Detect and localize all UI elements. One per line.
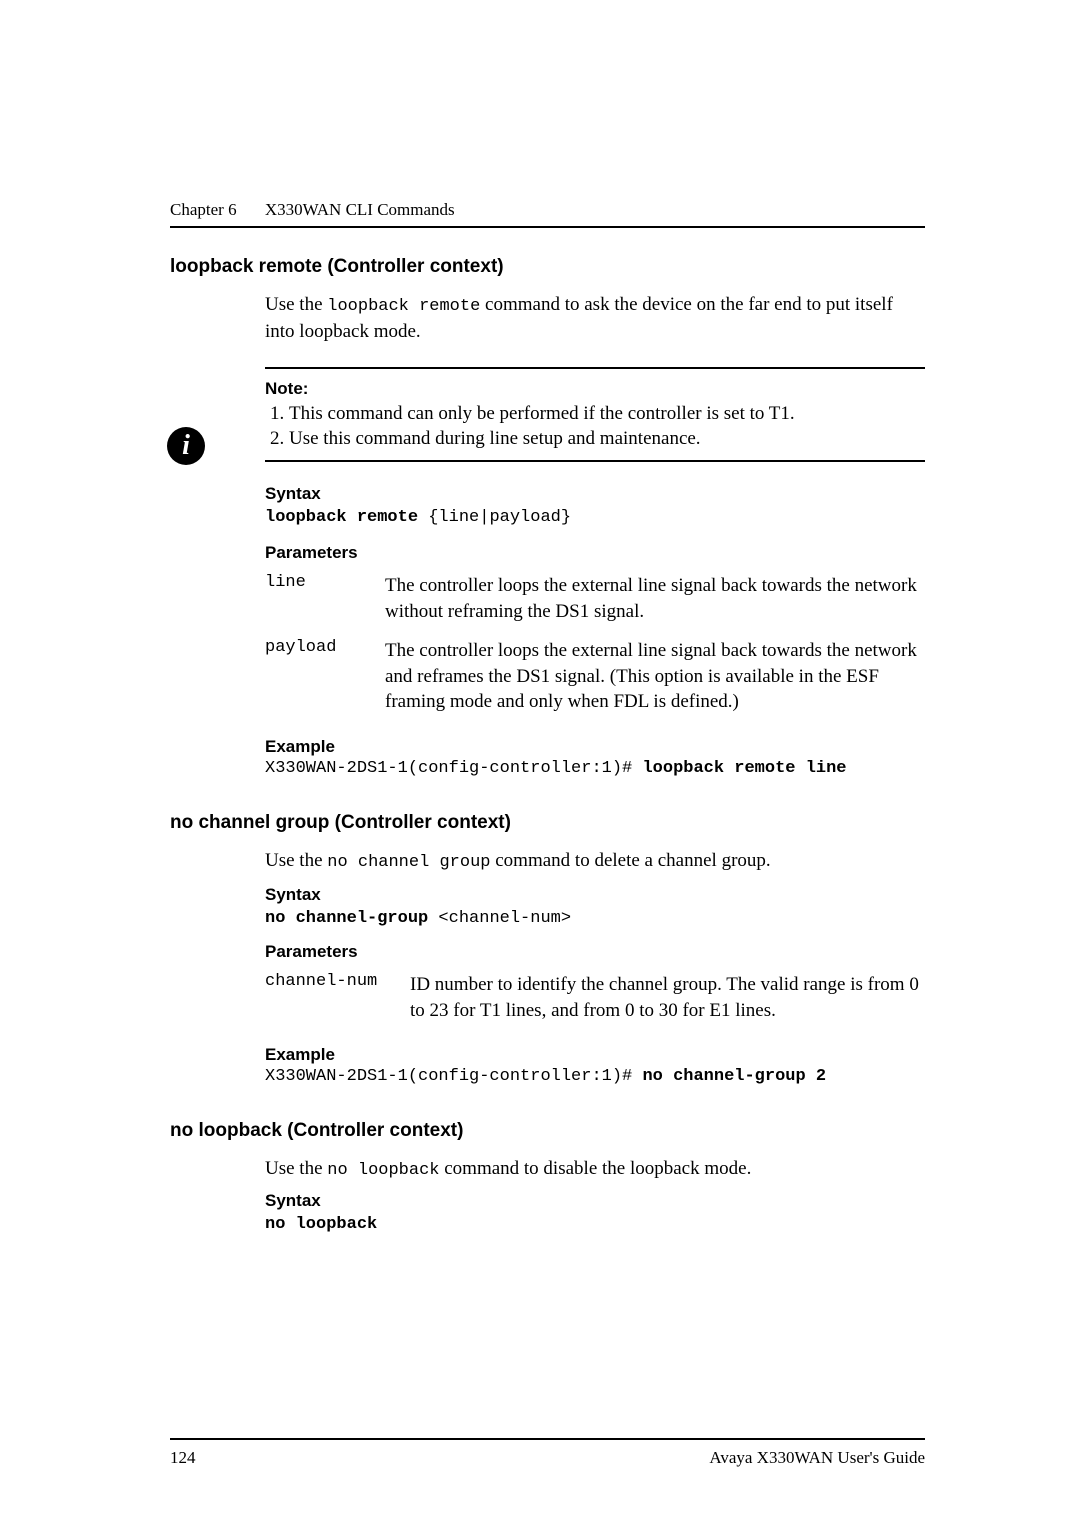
intro-suffix: command to delete a channel group.: [491, 850, 771, 871]
note-item-2: Use this command during line setup and m…: [289, 426, 925, 452]
param-key: channel-num: [265, 972, 410, 1023]
intro-text: Use the no channel group command to dele…: [265, 848, 925, 875]
note-divider-bottom: [265, 460, 925, 462]
document-title: Avaya X330WAN User's Guide: [709, 1448, 925, 1468]
syntax-heading: Syntax: [265, 484, 925, 504]
syntax-bold: no channel-group: [265, 909, 428, 928]
param-desc: ID number to identify the channel group.…: [410, 972, 925, 1023]
intro-code: loopback remote: [327, 297, 480, 316]
example-line: X330WAN-2DS1-1(config-controller:1)# loo…: [265, 759, 925, 778]
section-heading-loopback-remote: loopback remote (Controller context): [170, 256, 925, 278]
intro-prefix: Use the: [265, 850, 327, 871]
syntax-line: loopback remote {line|payload}: [265, 506, 925, 527]
syntax-line: no channel-group <channel-num>: [265, 907, 925, 928]
param-desc: The controller loops the external line s…: [385, 573, 925, 624]
parameters-heading: Parameters: [265, 942, 925, 962]
chapter-number: Chapter 6: [170, 200, 237, 219]
syntax-heading: Syntax: [265, 885, 925, 905]
param-row-payload: payload The controller loops the externa…: [265, 638, 925, 715]
note-list: This command can only be performed if th…: [265, 401, 925, 452]
page-number: 124: [170, 1448, 196, 1468]
param-row-line: line The controller loops the external l…: [265, 573, 925, 624]
param-desc: The controller loops the external line s…: [385, 638, 925, 715]
intro-code: no channel group: [327, 853, 490, 872]
page-footer: 124 Avaya X330WAN User's Guide: [170, 1438, 925, 1468]
info-icon: i: [167, 427, 205, 465]
example-bold: loopback remote line: [642, 759, 846, 778]
intro-text: Use the no loopback command to disable t…: [265, 1156, 925, 1183]
example-bold: no channel-group 2: [642, 1067, 826, 1086]
syntax-bold: no loopback: [265, 1215, 377, 1234]
intro-prefix: Use the: [265, 1158, 327, 1179]
example-heading: Example: [265, 737, 925, 757]
page-header: Chapter 6 X330WAN CLI Commands: [170, 200, 925, 220]
example-prefix: X330WAN-2DS1-1(config-controller:1)#: [265, 1067, 642, 1086]
intro-suffix: command to disable the loopback mode.: [439, 1158, 751, 1179]
example-heading: Example: [265, 1045, 925, 1065]
page: Chapter 6 X330WAN CLI Commands loopback …: [0, 0, 1080, 1528]
syntax-line: no loopback: [265, 1213, 925, 1234]
intro-prefix: Use the: [265, 294, 327, 315]
section-heading-no-channel-group: no channel group (Controller context): [170, 812, 925, 834]
section-heading-no-loopback: no loopback (Controller context): [170, 1120, 925, 1142]
param-key: payload: [265, 638, 385, 715]
note-block: Note: This command can only be performed…: [265, 367, 925, 462]
param-key: line: [265, 573, 385, 624]
note-item-1: This command can only be performed if th…: [289, 401, 925, 427]
intro-text: Use the loopback remote command to ask t…: [265, 292, 925, 345]
example-prefix: X330WAN-2DS1-1(config-controller:1)#: [265, 759, 642, 778]
example-line: X330WAN-2DS1-1(config-controller:1)# no …: [265, 1067, 925, 1086]
footer-divider: [170, 1438, 925, 1440]
note-divider-top: [265, 367, 925, 369]
syntax-heading: Syntax: [265, 1191, 925, 1211]
note-label: Note:: [265, 379, 925, 399]
syntax-bold: loopback remote: [265, 508, 418, 527]
chapter-title: X330WAN CLI Commands: [265, 200, 455, 219]
parameters-heading: Parameters: [265, 543, 925, 563]
intro-code: no loopback: [327, 1161, 439, 1180]
syntax-rest: {line|payload}: [418, 508, 571, 527]
param-row-channel-num: channel-num ID number to identify the ch…: [265, 972, 925, 1023]
header-divider: [170, 226, 925, 228]
syntax-rest: <channel-num>: [428, 909, 571, 928]
